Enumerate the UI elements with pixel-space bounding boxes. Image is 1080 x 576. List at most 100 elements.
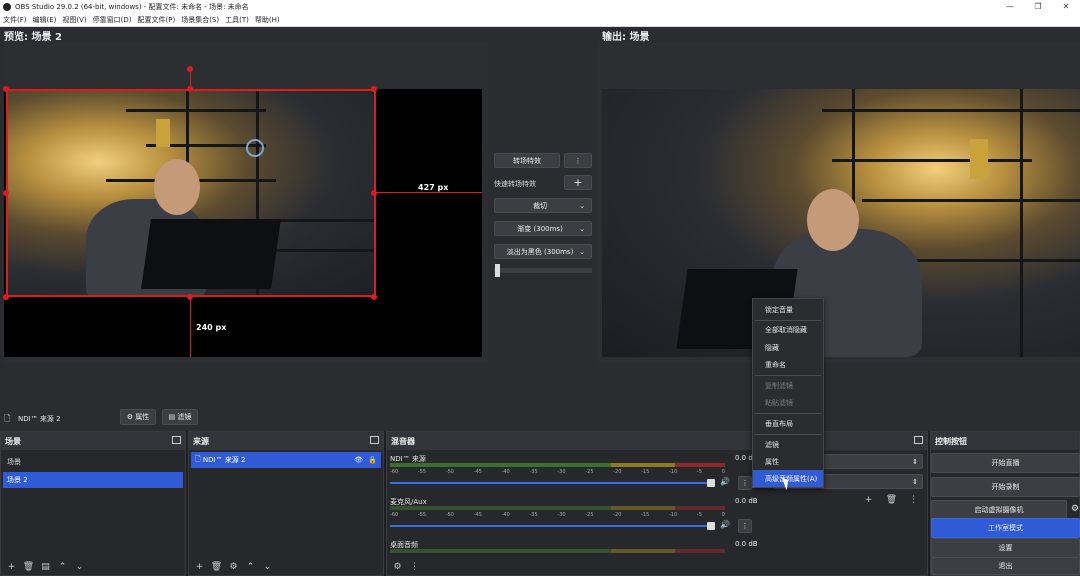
source-filters-button[interactable]: ▤ 滤镜 (162, 409, 198, 425)
menu-edit[interactable]: 编辑(E) (30, 15, 60, 25)
meter-tick-label: -30 (557, 512, 566, 518)
source-properties-button[interactable]: ⚙ 属性 (120, 409, 156, 425)
scene-item[interactable]: 场景 (3, 454, 183, 470)
resize-handle[interactable] (3, 86, 9, 92)
dock-icon[interactable] (172, 436, 181, 444)
arrow-down-icon[interactable]: ⌄ (73, 561, 86, 573)
mixer-panel: 混音器 NDI™ 来源 0.0 dB -60 -55 -50 -45 -40 -35 -30… (386, 431, 928, 576)
menu-profile[interactable]: 配置文件(P) (135, 15, 179, 25)
menu-item-unhide-all[interactable]: 全部取消隐藏 (753, 321, 823, 338)
gear-icon: ⚙ (126, 413, 134, 421)
meter-tick-label: -55 (417, 469, 427, 475)
meter-tick-label: -15 (641, 512, 650, 518)
mixer-toolbar: ⚙ ⋮ (387, 559, 927, 575)
transition-tbar[interactable] (494, 268, 592, 273)
menu-item-hide[interactable]: 隐藏 (753, 339, 823, 356)
dock-icon[interactable] (370, 436, 379, 444)
menu-item-vertical-layout[interactable]: 垂直布局 (753, 415, 823, 432)
transition-select-fade[interactable]: 渐变 (300ms) ⌄ (494, 221, 592, 236)
person-head (807, 189, 859, 251)
scene-item-selected[interactable]: 场景 2 (3, 472, 183, 488)
trash-icon[interactable]: 🗑 (22, 561, 35, 573)
chevron-down-icon: ⌄ (579, 224, 585, 233)
arrow-down-icon[interactable]: ⌄ (261, 561, 274, 573)
menu-docks[interactable]: 停靠窗口(D) (90, 15, 135, 25)
dimension-bottom-label: 240 px (196, 323, 227, 332)
gear-icon[interactable]: ⚙ (391, 561, 404, 573)
menu-item-properties[interactable]: 属性 (753, 453, 823, 470)
volume-knob[interactable] (707, 479, 715, 487)
arrow-up-icon[interactable]: ⌃ (244, 561, 257, 573)
close-icon[interactable]: ✕ (1052, 0, 1080, 13)
settings-button[interactable]: 设置 (931, 538, 1080, 558)
menu-view[interactable]: 视图(V) (59, 15, 89, 25)
transition-select-fade-black[interactable]: 淡出为黑色 (300ms) ⌄ (494, 244, 592, 259)
volume-slider[interactable] (390, 482, 708, 484)
eye-icon[interactable]: 👁 (354, 456, 363, 464)
arrow-up-icon[interactable]: ⌃ (56, 561, 69, 573)
preview-title: 预览: 场景 2 (4, 32, 62, 43)
trash-icon[interactable]: 🗑 (885, 494, 898, 506)
menu-file[interactable]: 文件(F) (0, 15, 30, 25)
minimize-icon[interactable]: — (996, 0, 1024, 13)
meter-tick-label: -45 (473, 512, 482, 518)
channel-menu-icon[interactable]: ⋮ (738, 476, 752, 490)
spin-icon: ⇕ (912, 457, 918, 466)
more-icon[interactable]: ⋮ (408, 561, 421, 573)
resize-handle[interactable] (371, 86, 377, 92)
menu-tools[interactable]: 工具(T) (222, 15, 252, 25)
transition-more-icon[interactable]: ⋮ (564, 153, 592, 168)
menu-item-filters[interactable]: 滤镜 (753, 436, 823, 453)
volume-knob[interactable] (707, 522, 715, 530)
title-bar: OBS Studio 29.0.2 (64-bit, windows) - 配置… (0, 0, 1080, 13)
resize-handle[interactable] (371, 190, 377, 196)
resize-handle[interactable] (3, 294, 9, 300)
resize-handle[interactable] (187, 294, 193, 300)
preview-video-frame[interactable] (6, 89, 376, 297)
restore-icon[interactable]: ❐ (1024, 0, 1052, 13)
meter-tick-label: 0 (721, 469, 725, 475)
start-virtual-camera-button[interactable]: 启动虚拟摄像机 (931, 500, 1067, 520)
trash-icon[interactable]: 🗑 (210, 561, 223, 573)
add-icon[interactable]: + (193, 561, 206, 573)
menu-scene-collection[interactable]: 场景集合(S) (178, 15, 222, 25)
gear-icon[interactable]: ⚙ (1071, 504, 1079, 514)
tbar-handle[interactable] (495, 264, 500, 277)
transition-effect-button[interactable]: 转场特效 (494, 153, 560, 168)
output-title: 输出: 场景 (602, 32, 650, 43)
lock-icon[interactable]: 🔒 (368, 456, 377, 464)
add-icon[interactable]: + (5, 561, 18, 573)
source-item-selected[interactable]: 🗋 NDI™ 来源 2 👁 🔒 (191, 452, 381, 468)
more-icon[interactable]: ⋮ (907, 494, 920, 506)
resize-handle[interactable] (187, 86, 193, 92)
meter-tick-label: 0 (721, 512, 725, 518)
studio-mode-button[interactable]: 工作室模式 (931, 518, 1080, 538)
preview-canvas[interactable]: 427 px 240 px (3, 43, 488, 363)
gear-icon[interactable]: ⚙ (227, 561, 240, 573)
meter-tick-label: -15 (641, 469, 650, 475)
add-quick-transition-button[interactable]: + (564, 175, 592, 190)
meter-tick-label: -5 (696, 512, 702, 518)
speaker-icon[interactable]: 🔊 (720, 520, 730, 529)
source-toolbar: 🗋 NDI™ 来源 2 ⚙ 属性 ▤ 滤镜 (0, 407, 1080, 431)
menu-help[interactable]: 帮助(H) (252, 15, 283, 25)
rotate-handle[interactable] (187, 66, 193, 72)
channel-menu-icon[interactable]: ⋮ (738, 519, 752, 533)
transition-select-cut[interactable]: 裁切 ⌄ (494, 198, 592, 213)
dock-icon[interactable] (914, 436, 923, 444)
add-icon[interactable]: + (862, 494, 875, 506)
start-recording-button[interactable]: 开始录制 (931, 477, 1080, 497)
resize-handle[interactable] (3, 190, 9, 196)
volume-slider[interactable] (390, 525, 708, 527)
meter-tick-label: -60 (390, 469, 399, 475)
filter-icon[interactable]: ▤ (39, 561, 52, 573)
exit-button[interactable]: 退出 (931, 557, 1080, 575)
meter-tick-label: -45 (473, 469, 482, 475)
menu-item-lock-volume[interactable]: 锁定音量 (753, 301, 823, 318)
start-streaming-button[interactable]: 开始直播 (931, 453, 1080, 473)
resize-handle[interactable] (371, 294, 377, 300)
speaker-icon[interactable]: 🔊 (720, 477, 730, 486)
meter-tick-label: -10 (669, 469, 678, 475)
chevron-down-icon: ⌄ (579, 247, 585, 256)
menu-item-rename[interactable]: 重命名 (753, 356, 823, 373)
